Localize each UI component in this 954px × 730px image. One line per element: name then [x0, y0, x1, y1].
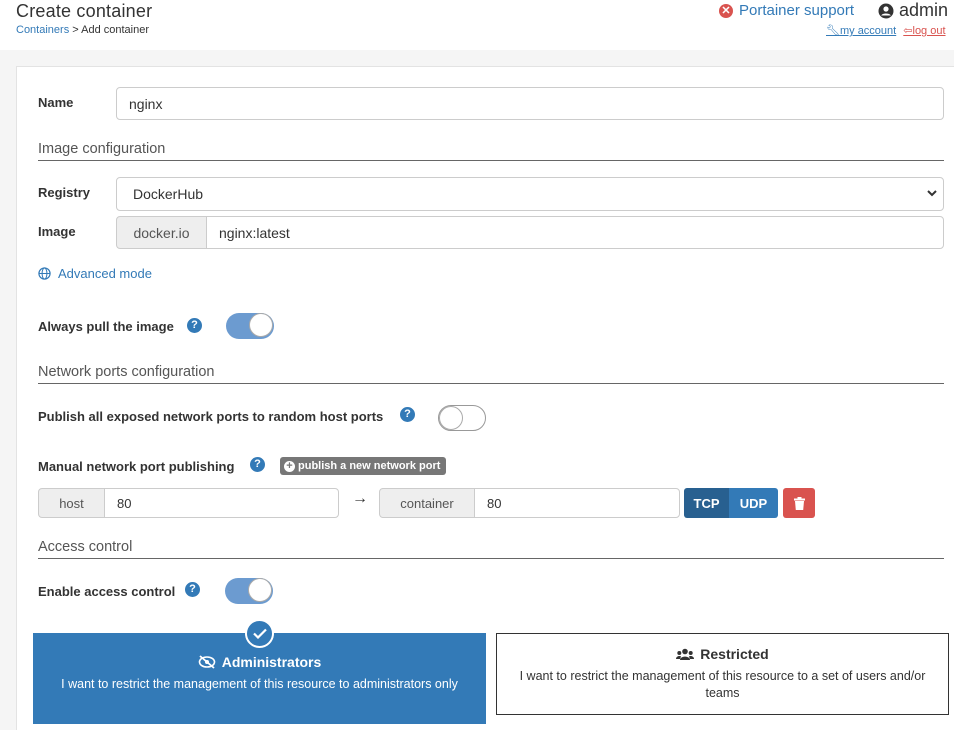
portainer-support-link[interactable]: ✕ Portainer support — [719, 2, 854, 19]
trash-icon — [793, 496, 805, 510]
registry-label: Registry — [38, 185, 91, 200]
toggle-knob — [248, 578, 272, 602]
eye-slash-icon — [198, 655, 216, 669]
publish-all-toggle[interactable] — [438, 405, 486, 431]
registry-select[interactable]: DockerHub — [116, 177, 944, 211]
network-ports-heading: Network ports configuration — [38, 364, 215, 380]
container-port-input[interactable]: 80 — [474, 488, 680, 518]
my-account-link[interactable]: 🔧︎my account — [826, 25, 896, 37]
username: admin — [899, 0, 949, 20]
my-account-label: my account — [839, 25, 897, 37]
selected-check-icon — [245, 619, 274, 648]
publish-new-port-button[interactable]: + publish a new network port — [280, 457, 447, 475]
image-label: Image — [38, 224, 76, 239]
arrow-right-icon: → — [352, 490, 368, 507]
name-input[interactable]: nginx — [116, 87, 944, 120]
host-port-label: host — [38, 488, 105, 518]
help-icon: ? — [250, 457, 265, 472]
enable-access-toggle[interactable] — [225, 578, 273, 604]
page-title: Create container — [16, 1, 153, 21]
access-control-heading: Access control — [38, 539, 133, 555]
advanced-mode-label: Advanced mode — [58, 266, 152, 281]
check-icon — [252, 628, 267, 639]
breadcrumb-containers-link[interactable]: Containers — [16, 24, 69, 36]
publish-all-label: Publish all exposed network ports to ran… — [38, 409, 384, 424]
help-icon: ? — [400, 407, 415, 422]
protocol-tcp-button[interactable]: TCP — [684, 488, 729, 518]
image-registry-prefix: docker.io — [116, 216, 207, 249]
remove-port-button[interactable] — [783, 488, 815, 518]
help-icon: ? — [185, 582, 200, 597]
restricted-title: Restricted — [700, 646, 769, 662]
advanced-mode-link[interactable]: Advanced mode — [38, 266, 152, 281]
manual-port-label: Manual network port publishing — [38, 459, 235, 474]
toggle-knob — [249, 313, 273, 337]
name-label: Name — [38, 95, 74, 110]
protocol-udp-button[interactable]: UDP — [729, 488, 778, 518]
divider — [38, 383, 944, 384]
restricted-title-row: Restricted — [497, 646, 948, 662]
admin-title: Administrators — [221, 654, 322, 670]
enable-access-label: Enable access control — [38, 584, 176, 599]
create-container-panel: Name nginx Image configuration Registry … — [16, 66, 954, 730]
top-header: Create container Containers > Add contai… — [0, 0, 954, 50]
divider — [38, 160, 944, 161]
toggle-knob — [439, 406, 463, 430]
plus-circle-icon: + — [284, 460, 295, 472]
registry-selected-value: DockerHub — [133, 186, 204, 202]
publish-new-port-label: publish a new network port — [298, 460, 441, 472]
image-config-heading: Image configuration — [38, 141, 166, 157]
sign-out-icon: ⇦ — [903, 25, 913, 37]
image-input[interactable]: nginx:latest — [206, 216, 944, 249]
container-port-label: container — [379, 488, 475, 518]
users-icon — [676, 648, 695, 660]
restricted-description: I want to restrict the management of thi… — [519, 669, 926, 700]
user-circle-icon — [878, 3, 894, 18]
globe-icon — [38, 267, 51, 280]
host-port-input[interactable]: 80 — [104, 488, 339, 518]
wrench-icon: 🔧︎ — [826, 25, 840, 37]
user-menu: admin — [878, 0, 948, 21]
log-out-link[interactable]: ⇦log out — [903, 25, 945, 37]
always-pull-toggle[interactable] — [226, 313, 274, 339]
breadcrumb-separator: > — [69, 24, 82, 36]
support-close-icon: ✕ — [719, 3, 733, 18]
breadcrumb: Containers > Add container — [16, 24, 149, 36]
divider — [38, 558, 944, 559]
chevron-down-icon — [927, 190, 937, 197]
account-links: 🔧︎my account ⇦log out — [826, 24, 950, 37]
admin-title-row: Administrators — [33, 654, 486, 670]
admin-description: I want to restrict the management of thi… — [61, 677, 458, 691]
always-pull-label: Always pull the image — [38, 319, 174, 334]
support-label: Portainer support — [739, 2, 855, 19]
access-option-restricted[interactable]: Restricted I want to restrict the manage… — [496, 633, 949, 715]
log-out-label: log out — [912, 25, 946, 37]
breadcrumb-current: Add container — [81, 24, 150, 36]
help-icon: ? — [187, 318, 202, 333]
